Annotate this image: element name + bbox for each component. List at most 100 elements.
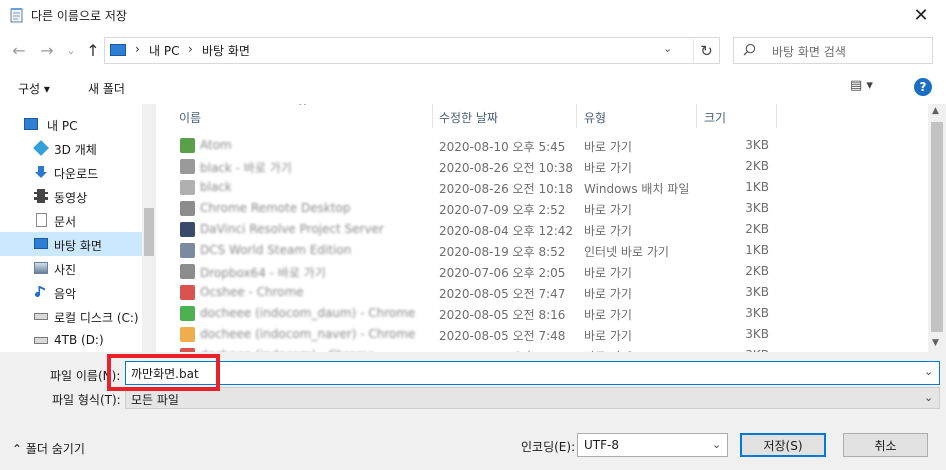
file-modified: 2020-07-06 오후 2:05 [439, 266, 566, 280]
file-type: 인터넷 바로 가기 [584, 245, 669, 259]
file-type: 바로 가기 [584, 140, 632, 154]
nav-item-3d-objects[interactable]: 3D 개체 [0, 136, 142, 160]
file-type: 바로 가기 [584, 287, 632, 301]
cancel-button[interactable]: 취소 [843, 433, 928, 457]
file-icon [180, 264, 195, 279]
nav-scrollbar[interactable] [142, 104, 156, 352]
chevron-down-icon[interactable]: ⌄ [712, 438, 721, 451]
new-folder-button[interactable]: 새 폴더 [88, 80, 125, 97]
nav-scrollbar-thumb[interactable] [144, 208, 154, 256]
navigation-pane: 내 PC 3D 개체 다운로드 동영상 문서 바탕 화면 사진 음악 로컬 디스… [0, 104, 156, 352]
file-size: 3KB [745, 285, 769, 299]
save-button[interactable]: 저장(S) [740, 433, 826, 457]
file-name: Atom [200, 138, 232, 152]
column-size[interactable]: 크기 [704, 109, 726, 126]
file-name: Dropbox64 - 바로 가기 [200, 266, 326, 280]
file-row[interactable]: DaVinci Resolve Project Server 2020-08-04… [160, 219, 928, 240]
breadcrumb-my-pc[interactable]: 내 PC [149, 42, 179, 59]
breadcrumb-desktop[interactable]: 바탕 화면 [202, 42, 250, 59]
file-row[interactable]: Atom 2020-08-10 오후 5:45 바로 가기 3KB [160, 135, 928, 156]
file-modified: 2020-07-09 오후 2:52 [439, 203, 566, 217]
help-icon[interactable]: ? [914, 78, 932, 96]
view-options-button[interactable]: ▤ ▾ [850, 78, 873, 93]
pc-icon [24, 118, 38, 130]
address-bar[interactable]: › 내 PC › 바탕 화면 ⌄ ↻ [104, 37, 720, 64]
nav-item-label: 4TB (D:) [54, 333, 104, 347]
file-icon [180, 285, 195, 300]
nav-item-music[interactable]: 음악 [0, 280, 142, 304]
nav-item-pictures[interactable]: 사진 [0, 256, 142, 280]
up-button[interactable]: ↑ [82, 39, 104, 61]
filename-input[interactable]: 까만화면.bat ⌄ [125, 361, 940, 385]
file-size: 1KB [745, 243, 769, 257]
file-row[interactable]: docheee (indocom_daum) - Chrome 2020-08-0… [160, 303, 928, 324]
sort-ascending-icon: ^ [298, 104, 308, 113]
nav-item-label: 내 PC [47, 119, 78, 133]
file-name: DCS World Steam Edition [200, 243, 352, 257]
column-name[interactable]: 이름 [179, 109, 201, 126]
file-name: Chrome Remote Desktop [200, 201, 351, 215]
file-icon [180, 327, 195, 342]
breadcrumb-separator[interactable]: › [135, 42, 140, 56]
recent-locations-button[interactable]: ⌄ [60, 39, 82, 61]
file-row[interactable]: DCS World Steam Edition 2020-08-19 오후 8:5… [160, 240, 928, 261]
cube-icon [33, 140, 49, 156]
filetype-select[interactable]: 모든 파일 ⌄ [125, 387, 940, 409]
file-icon [180, 222, 195, 237]
search-input[interactable]: 바탕 화면 검색 [733, 37, 933, 64]
filetype-value: 모든 파일 [131, 393, 179, 407]
file-row[interactable]: black 2020-08-26 오전 10:18 Windows 배치 파일 1KB [160, 177, 928, 198]
chevron-down-icon[interactable]: ⌄ [924, 365, 933, 378]
back-button[interactable]: ← [8, 39, 30, 61]
scroll-up-icon[interactable]: ▲ [932, 106, 939, 116]
nav-item-documents[interactable]: 문서 [0, 208, 142, 232]
nav-item-videos[interactable]: 동영상 [0, 184, 142, 208]
file-icon [180, 159, 195, 174]
file-type: 바로 가기 [584, 203, 632, 217]
file-row[interactable]: black - 바로 가기 2020-08-26 오전 10:38 바로 가기 2KB [160, 156, 928, 177]
close-button[interactable]: ✕ [896, 0, 946, 30]
file-row[interactable]: docheee (indocom_naver) - Chrome 2020-08-… [160, 324, 928, 345]
column-modified[interactable]: 수정한 날짜 [439, 109, 498, 126]
music-icon [35, 286, 45, 297]
chevron-down-icon[interactable]: ⌄ [924, 391, 933, 404]
file-size: 2KB [745, 222, 769, 236]
notepad-icon [10, 8, 23, 23]
encoding-select[interactable]: UTF-8 ⌄ [577, 433, 728, 457]
file-row[interactable]: Ocshee - Chrome 2020-08-05 오전 7:47 바로 가기 3K… [160, 282, 928, 303]
file-type: 바로 가기 [584, 308, 632, 322]
breadcrumb-separator[interactable]: › [188, 42, 193, 56]
file-name: Ocshee - Chrome [200, 285, 304, 299]
column-divider[interactable] [576, 104, 577, 128]
forward-button[interactable]: → [36, 39, 58, 61]
hide-folders-button[interactable]: ⌃ 폴더 숨기기 [12, 440, 85, 457]
file-row[interactable]: Chrome Remote Desktop 2020-07-09 오후 2:52 바… [160, 198, 928, 219]
nav-item-downloads[interactable]: 다운로드 [0, 160, 142, 184]
nav-item-label: 음악 [54, 287, 77, 301]
nav-item-my-pc[interactable]: 내 PC [0, 112, 142, 136]
column-divider[interactable] [432, 104, 433, 128]
file-list-scrollbar-thumb[interactable] [931, 122, 943, 332]
column-divider[interactable] [776, 104, 777, 128]
organize-button[interactable]: 구성 ▾ [18, 80, 50, 97]
column-divider[interactable] [696, 104, 697, 128]
refresh-button[interactable]: ↻ [693, 39, 719, 62]
file-row[interactable]: docheee (indocom) - Chrome2020-08-11 오후 … [160, 345, 928, 352]
nav-item-label: 다운로드 [54, 167, 99, 181]
column-type[interactable]: 유형 [584, 109, 606, 126]
nav-item-label: 로컬 디스크 (C:) [54, 311, 139, 325]
scroll-down-icon[interactable]: ▼ [932, 338, 939, 348]
file-modified: 2020-08-05 오전 7:47 [439, 287, 566, 301]
nav-item-label: 문서 [54, 215, 77, 229]
address-dropdown-icon[interactable]: ⌄ [663, 42, 672, 55]
nav-item-desktop[interactable]: 바탕 화면 [0, 232, 142, 256]
file-list-scrollbar[interactable]: ▲ ▼ [928, 104, 946, 352]
file-size: 3KB [745, 201, 769, 215]
file-name: black - 바로 가기 [200, 161, 292, 175]
file-modified: 2020-08-26 오전 10:18 [439, 182, 574, 196]
nav-item-drive-d[interactable]: 4TB (D:) [0, 328, 142, 352]
file-name: black [200, 180, 232, 194]
nav-item-local-disk-c[interactable]: 로컬 디스크 (C:) [0, 304, 142, 328]
filetype-label: 파일 형식(T): [52, 393, 121, 407]
file-row[interactable]: Dropbox64 - 바로 가기 2020-07-06 오후 2:05 바로 가기… [160, 261, 928, 282]
